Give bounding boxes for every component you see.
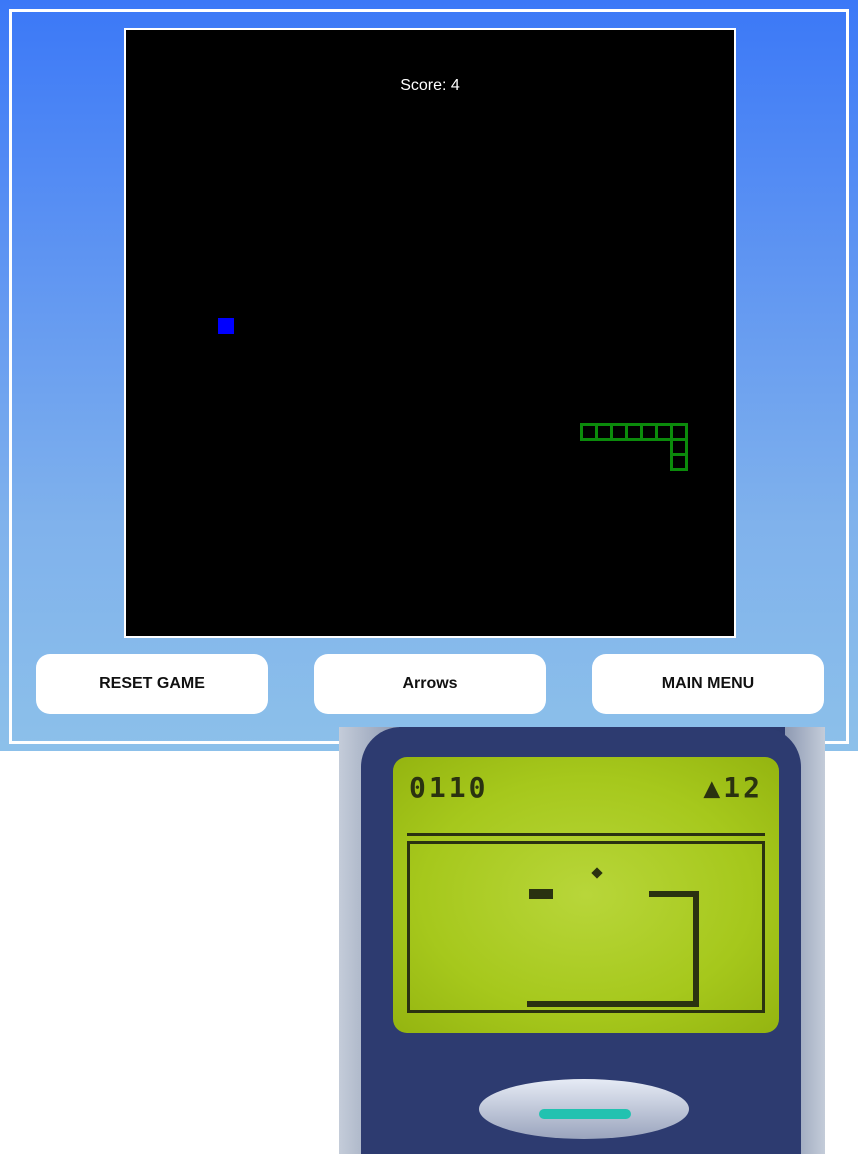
lcd-snake-tail	[527, 1001, 699, 1007]
bug-icon: ▲	[703, 771, 724, 804]
lcd-snake-head	[649, 891, 699, 897]
game-board[interactable]: Score: 4	[124, 28, 736, 638]
lcd-playfield	[407, 841, 765, 1013]
reset-game-button[interactable]: RESET GAME	[36, 654, 268, 714]
lcd-divider	[407, 833, 765, 836]
main-menu-button[interactable]: MAIN MENU	[592, 654, 824, 714]
lcd-score: 0110	[409, 771, 489, 804]
nokia-phone-image: 0110 ▲12	[339, 727, 825, 1154]
lcd-bug-count: ▲12	[703, 771, 763, 804]
lcd-hud: 0110 ▲12	[409, 771, 763, 804]
lcd-snake-body	[693, 891, 699, 1007]
food-pellet	[218, 318, 234, 334]
snake-head	[670, 453, 688, 471]
lcd-bug-icon	[529, 889, 553, 899]
phone-lcd-screen: 0110 ▲12	[393, 757, 779, 1033]
score-label: Score: 4	[400, 77, 460, 94]
game-frame: Score: 4 RESET GAME Arrows MAIN MENU	[0, 0, 858, 751]
arrows-controls-button[interactable]: Arrows	[314, 654, 546, 714]
lcd-bug-number: 12	[723, 771, 763, 804]
phone-navi-led	[539, 1109, 631, 1119]
